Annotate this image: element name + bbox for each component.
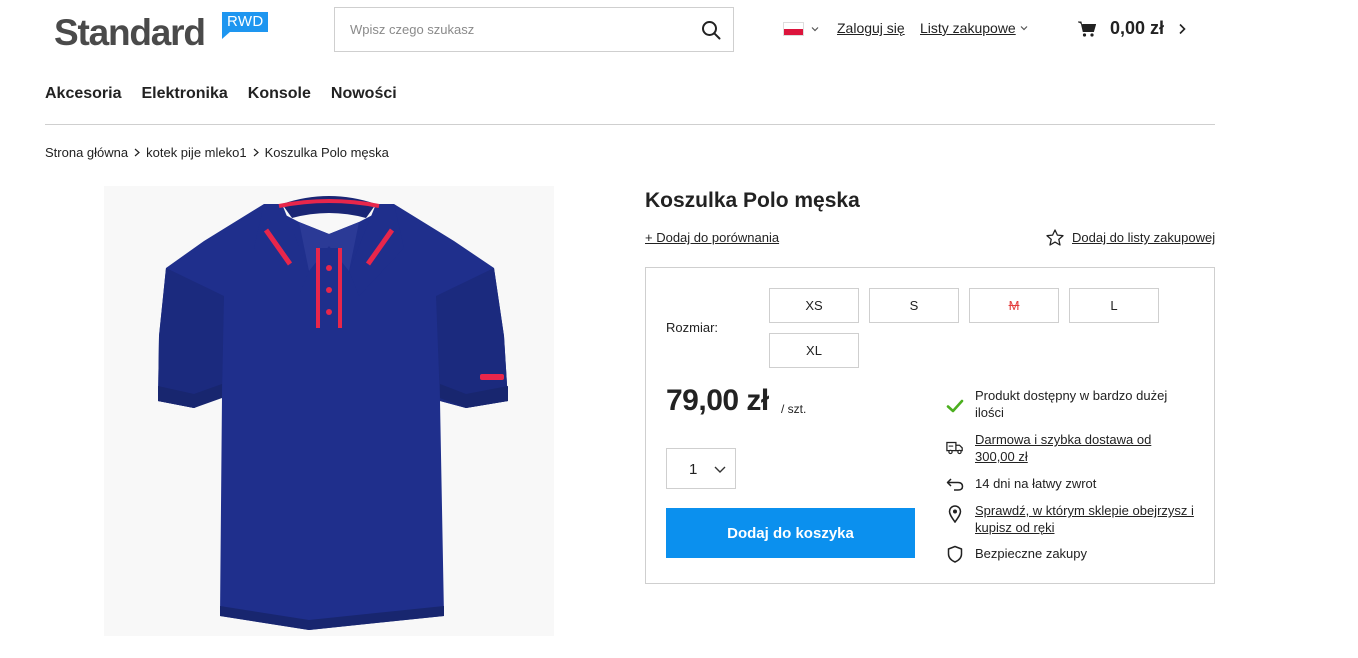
language-selector[interactable] xyxy=(783,22,819,36)
logo-text: Standard xyxy=(54,12,206,53)
feature-text-line: ilości xyxy=(975,405,1004,420)
cart-button[interactable]: 0,00 zł xyxy=(1078,18,1186,39)
logo-badge: RWD xyxy=(222,12,269,39)
poland-flag-icon xyxy=(783,22,804,36)
quantity-value: 1 xyxy=(689,461,698,478)
nav-item-konsole[interactable]: Konsole xyxy=(248,85,311,103)
product-title: Koszulka Polo męska xyxy=(645,189,860,212)
check-icon xyxy=(946,399,964,413)
star-icon xyxy=(1046,229,1064,246)
shield-icon xyxy=(947,545,963,563)
chevron-down-icon xyxy=(1020,26,1028,31)
chevron-right-icon xyxy=(1179,23,1186,34)
nav-item-nowosci[interactable]: Nowości xyxy=(331,85,397,103)
add-to-wishlist[interactable]: Dodaj do listy zakupowej xyxy=(1046,229,1215,246)
chevron-down-icon xyxy=(714,466,726,473)
nav-divider xyxy=(45,124,1215,125)
size-option-s[interactable]: S xyxy=(869,288,959,323)
breadcrumb-current: Koszulka Polo męska xyxy=(264,145,389,160)
feature-text: 14 dni na łatwy zwrot xyxy=(975,476,1097,491)
location-pin-icon xyxy=(948,505,962,523)
store-check-link[interactable]: Sprawdź, w którym sklepie obejrzysz i ku… xyxy=(975,502,1205,536)
main-nav: Akcesoria Elektronika Konsole Nowości xyxy=(45,85,397,103)
price-unit: / szt. xyxy=(781,402,807,416)
add-to-cart-button[interactable]: Dodaj do koszyka xyxy=(666,508,915,558)
breadcrumb-item[interactable]: kotek pije mleko1 xyxy=(146,145,246,160)
chevron-right-icon xyxy=(253,148,259,157)
search-input[interactable] xyxy=(335,8,675,51)
feature-text-line: Darmowa i szybka dostawa od xyxy=(975,432,1152,447)
search-icon[interactable] xyxy=(701,20,721,40)
feature-text-line: 300,00 zł xyxy=(975,449,1028,464)
login-link[interactable]: Zaloguj się xyxy=(837,20,905,36)
size-label: Rozmiar: xyxy=(666,320,719,335)
purchase-panel: Rozmiar: XS S M L XL 79,00 zł / szt. 1 D… xyxy=(645,267,1215,584)
size-option-xl[interactable]: XL xyxy=(769,333,859,368)
product-image[interactable] xyxy=(104,186,554,636)
chevron-down-icon xyxy=(811,27,819,32)
feature-text: Bezpieczne zakupy xyxy=(975,546,1088,561)
feature-text-line: Produkt dostępny w bardzo dużej xyxy=(975,388,1168,403)
truck-icon xyxy=(946,441,963,455)
nav-item-elektronika[interactable]: Elektronika xyxy=(142,85,228,103)
size-option-l[interactable]: L xyxy=(1069,288,1159,323)
add-to-wishlist-label: Dodaj do listy zakupowej xyxy=(1072,230,1216,245)
shopping-lists-link[interactable]: Listy zakupowe xyxy=(920,20,1028,36)
breadcrumb-item[interactable]: Strona główna xyxy=(45,145,128,160)
feature-text: Produkt dostępny w bardzo dużej ilości xyxy=(975,387,1205,421)
cart-icon xyxy=(1078,21,1096,37)
add-to-compare-link[interactable]: + Dodaj do porównania xyxy=(645,230,779,245)
feature-text-line: kupisz od ręki xyxy=(975,520,1055,535)
shopping-lists-label: Listy zakupowe xyxy=(920,20,1016,36)
size-option-m[interactable]: M xyxy=(969,288,1059,323)
product-price: 79,00 zł xyxy=(666,384,769,417)
breadcrumb: Strona główna kotek pije mleko1 Koszulka… xyxy=(45,145,389,160)
size-option-xs[interactable]: XS xyxy=(769,288,859,323)
store-logo[interactable]: Standard RWD xyxy=(54,12,269,54)
search-box xyxy=(334,7,734,52)
quantity-select[interactable]: 1 xyxy=(666,448,736,489)
delivery-link[interactable]: Darmowa i szybka dostawa od 300,00 zł xyxy=(975,431,1205,465)
cart-total: 0,00 zł xyxy=(1110,18,1165,38)
nav-item-akcesoria[interactable]: Akcesoria xyxy=(45,85,122,103)
feature-text-line: Sprawdź, w którym sklepie obejrzysz i xyxy=(975,503,1194,518)
polo-shirt-illustration xyxy=(158,196,508,630)
return-icon xyxy=(946,478,964,491)
chevron-right-icon xyxy=(134,148,141,157)
